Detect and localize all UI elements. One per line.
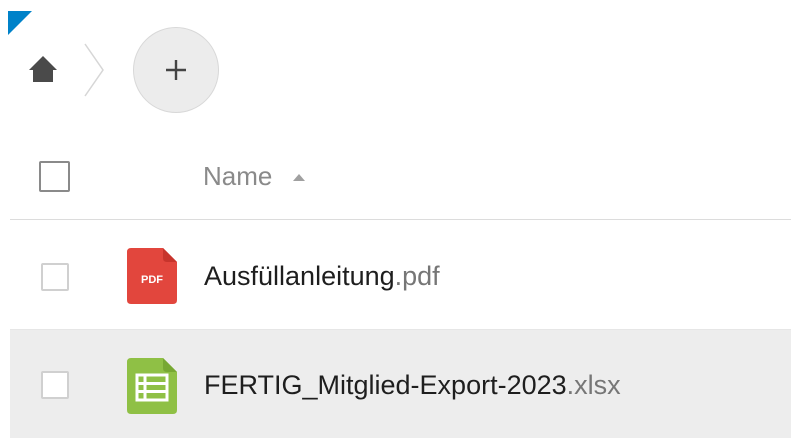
svg-text:PDF: PDF — [141, 274, 163, 286]
file-base-name: Ausfüllanleitung — [204, 261, 395, 291]
spreadsheet-file-icon — [127, 358, 177, 414]
sort-ascending-icon — [293, 173, 306, 181]
plus-icon — [166, 60, 186, 80]
sort-by-name-header[interactable]: Name — [203, 156, 306, 196]
pdf-file-icon: PDF — [127, 248, 177, 304]
file-name[interactable]: FERTIG_Mitglied-Export-2023.xlsx — [204, 367, 621, 403]
select-all-checkbox[interactable] — [39, 161, 70, 192]
file-select-checkbox[interactable] — [41, 263, 69, 291]
file-row[interactable]: FERTIG_Mitglied-Export-2023.xlsx — [10, 330, 791, 438]
breadcrumb — [0, 25, 791, 115]
file-extension: .pdf — [394, 261, 440, 291]
file-select-checkbox[interactable] — [41, 371, 69, 399]
breadcrumb-separator — [84, 43, 104, 97]
name-column-label: Name — [203, 161, 273, 191]
file-row[interactable]: PDF Ausfüllanleitung.pdf — [10, 226, 791, 330]
file-list-header: Name — [10, 130, 791, 220]
home-icon[interactable] — [28, 54, 58, 84]
file-name[interactable]: Ausfüllanleitung.pdf — [204, 258, 440, 294]
file-base-name: FERTIG_Mitglied-Export-2023 — [204, 370, 567, 400]
new-file-button[interactable] — [133, 27, 219, 113]
file-extension: .xlsx — [566, 370, 621, 400]
